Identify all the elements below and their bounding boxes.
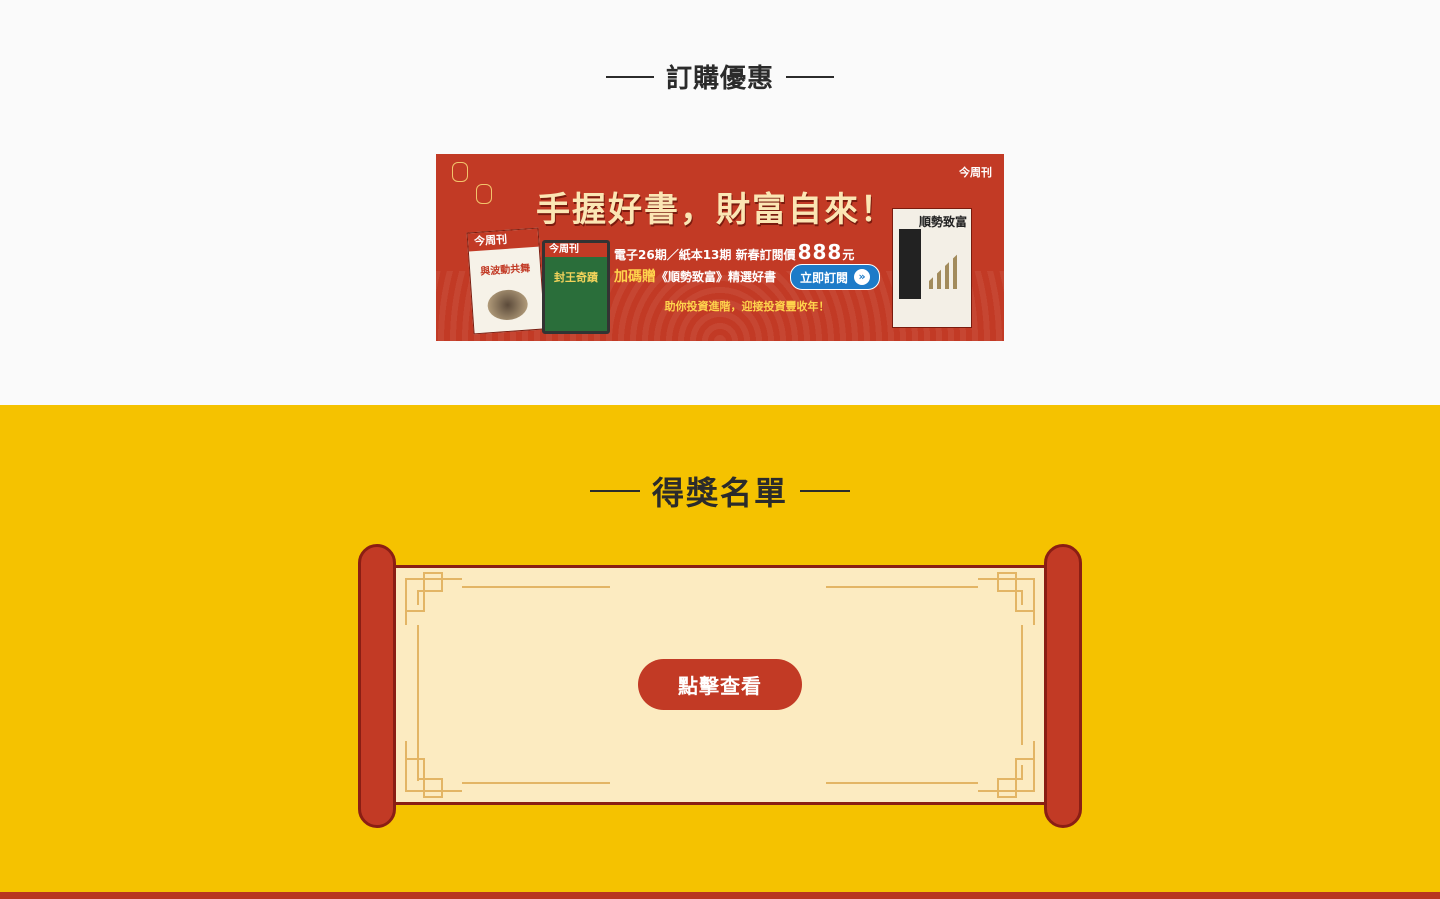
cover-image	[486, 288, 529, 322]
price-unit: 元	[842, 248, 855, 262]
title-dash-left	[589, 490, 640, 492]
gift-prefix: 加碼贈	[614, 269, 656, 285]
magazine-masthead: 今周刊	[545, 243, 607, 257]
lantern-icon	[452, 162, 468, 182]
magazine-cover-tablet: 今周刊 封王奇蹟	[542, 240, 610, 334]
magazine-cover-text: 與波動共舞	[479, 263, 531, 278]
book-figure	[899, 229, 921, 299]
footer-strip	[0, 892, 1440, 899]
book-title: 順勢致富	[918, 215, 967, 229]
offer-price: 888	[797, 240, 843, 264]
offer-text: 電子26期／紙本13期 新春訂閱價	[614, 248, 796, 262]
chevron-right-icon: »	[854, 269, 870, 285]
gift-text: 《順勢致富》精選好書	[656, 270, 777, 284]
subscription-promo-banner[interactable]: 今周刊 手握好書，財富自來！ 今周刊 與波動共舞 今周刊 封王奇蹟 電子26期／…	[436, 154, 1004, 341]
magazine-cover-print: 今周刊 與波動共舞	[466, 227, 546, 335]
lantern-icon	[476, 184, 492, 204]
subscribe-section: 訂購優惠 今周刊 手握好書，財富自來！ 今周刊 與波動共舞 今周刊 封王奇蹟 電…	[0, 0, 1440, 405]
gift-book-cover: 順勢致富	[892, 208, 972, 328]
view-winners-button[interactable]: 點擊查看	[638, 659, 802, 710]
winners-section-title: 得獎名單	[0, 468, 1440, 514]
scroll-roller-right	[1044, 544, 1082, 828]
brand-logo: 今周刊	[959, 166, 992, 179]
magazine-masthead: 今周刊	[467, 228, 539, 252]
subscribe-now-label: 立即訂閱	[799, 270, 848, 285]
magazine-cover-text: 封王奇蹟	[554, 271, 598, 284]
offer-line: 電子26期／紙本13期 新春訂閱價 888元	[614, 240, 854, 264]
book-chart-graphic	[929, 249, 963, 289]
title-dash-right	[786, 75, 834, 78]
title-dash-left	[605, 75, 654, 78]
title-dash-right	[800, 490, 850, 492]
gift-line: 加碼贈《順勢致富》精選好書	[614, 266, 776, 286]
winners-title-text: 得獎名單	[651, 474, 788, 512]
subscribe-section-title: 訂購優惠	[0, 58, 1440, 95]
scroll-roller-left	[358, 544, 396, 828]
subscribe-title-text: 訂購優惠	[665, 64, 774, 94]
banner-headline: 手握好書，財富自來！	[536, 190, 896, 230]
banner-tagline: 助你投資進階，迎接投資豐收年！	[664, 300, 830, 313]
subscribe-now-button[interactable]: 立即訂閱 »	[790, 264, 880, 290]
